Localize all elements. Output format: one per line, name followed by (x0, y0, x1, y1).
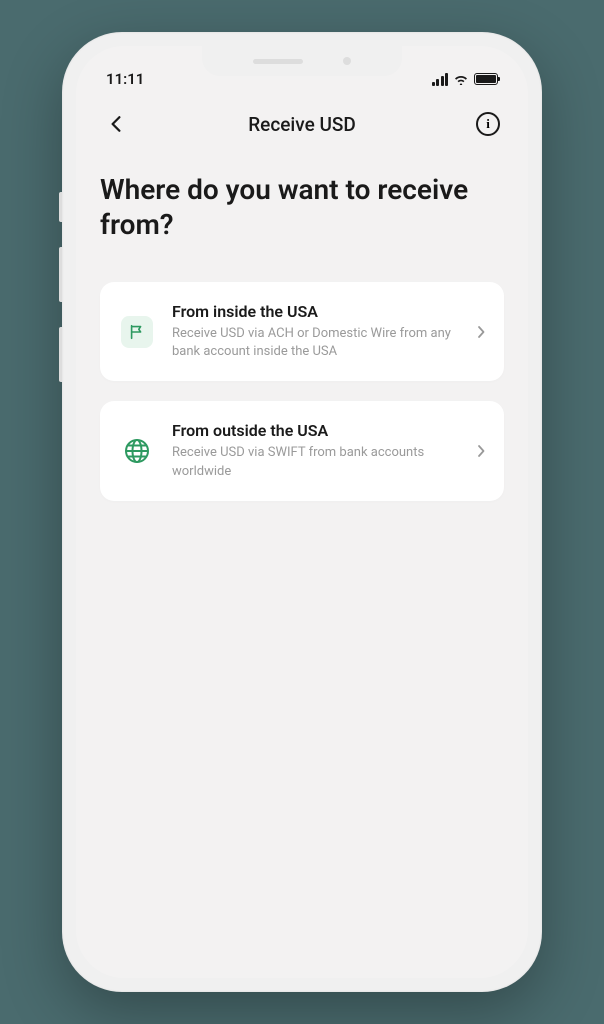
option-icon-wrap (118, 313, 156, 351)
battery-icon (474, 73, 498, 85)
nav-title: Receive USD (248, 113, 356, 136)
content-area: Where do you want to receive from? From … (76, 152, 528, 541)
info-icon: i (476, 112, 500, 136)
option-text: From outside the USA Receive USD via SWI… (172, 421, 461, 480)
back-button[interactable] (100, 108, 132, 140)
option-description: Receive USD via ACH or Domestic Wire fro… (172, 325, 461, 361)
phone-device-frame: 11:11 (62, 32, 542, 992)
phone-notch (202, 46, 402, 76)
option-text: From inside the USA Receive USD via ACH … (172, 302, 461, 361)
option-outside-usa[interactable]: From outside the USA Receive USD via SWI… (100, 401, 504, 500)
flag-icon (128, 323, 146, 341)
page-heading: Where do you want to receive from? (100, 172, 504, 242)
chevron-right-icon (477, 325, 486, 339)
navigation-bar: Receive USD i (76, 96, 528, 152)
option-title: From inside the USA (172, 302, 461, 321)
chevron-left-icon (110, 115, 122, 133)
status-time: 11:11 (106, 70, 144, 88)
wifi-icon (453, 73, 469, 85)
option-icon-wrap (118, 432, 156, 470)
cellular-signal-icon (432, 73, 449, 86)
globe-icon (123, 437, 151, 465)
chevron-right-icon (477, 444, 486, 458)
option-description: Receive USD via SWIFT from bank accounts… (172, 444, 461, 480)
phone-screen: 11:11 (76, 46, 528, 978)
option-inside-usa[interactable]: From inside the USA Receive USD via ACH … (100, 282, 504, 381)
info-button[interactable]: i (472, 108, 504, 140)
option-title: From outside the USA (172, 421, 461, 440)
